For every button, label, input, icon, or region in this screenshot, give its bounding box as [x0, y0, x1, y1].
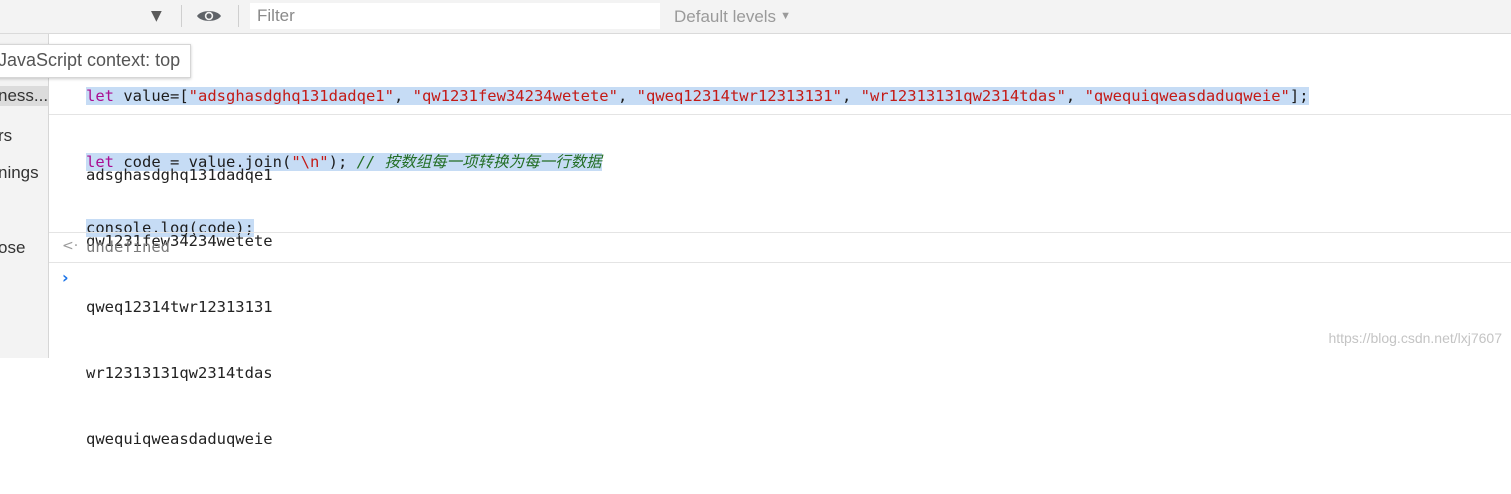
- console-input-entry: > let value=["adsghasdghq131dadqe1", "qw…: [49, 34, 1511, 237]
- code-line-1: let value=["adsghasdghq131dadqe1", "qw12…: [86, 87, 1309, 105]
- output-line: wr12313131qw2314tdas: [86, 364, 273, 382]
- output-line: adsghasdghq131dadqe1: [86, 166, 273, 184]
- console-messages[interactable]: > let value=["adsghasdghq131dadqe1", "qw…: [49, 34, 1511, 448]
- javascript-context-tooltip: JavaScript context: top: [0, 44, 192, 78]
- return-arrow-icon: <·: [62, 238, 79, 254]
- sidebar-item-warnings[interactable]: nings: [0, 163, 39, 183]
- output-lines: adsghasdghq131dadqe1 qw1231few34234wetet…: [86, 120, 273, 494]
- filter-input[interactable]: [250, 3, 660, 29]
- console-prompt-icon[interactable]: ›: [62, 268, 69, 287]
- levels-label: Default levels: [674, 7, 777, 26]
- console-return-entry: <· undefined: [49, 233, 1511, 263]
- watermark: https://blog.csdn.net/lxj7607: [1328, 330, 1502, 346]
- console-log-output: adsghasdghq131dadqe1 qw1231few34234wetet…: [49, 115, 1511, 448]
- toolbar-divider: [181, 5, 182, 27]
- console-sidebar: ges ness... rs nings ose: [0, 34, 49, 358]
- console-toolbar: ▼ Default levels▼: [0, 0, 1511, 34]
- sidebar-item-verbose[interactable]: ose: [0, 238, 25, 258]
- output-line: qwequiqweasdaduqweie: [86, 430, 273, 448]
- live-expression-eye-icon[interactable]: [196, 8, 222, 24]
- sidebar-item-errors[interactable]: rs: [0, 126, 12, 146]
- output-line: qweq12314twr12313131: [86, 298, 273, 316]
- toolbar-divider: [238, 5, 239, 27]
- chevron-down-icon: ▼: [780, 10, 791, 22]
- sidebar-item-errors-warnings[interactable]: ness...: [0, 86, 48, 106]
- context-dropdown-arrow-icon[interactable]: ▼: [151, 8, 162, 24]
- default-levels-dropdown[interactable]: Default levels ▼: [674, 7, 791, 27]
- return-value: undefined: [86, 238, 170, 256]
